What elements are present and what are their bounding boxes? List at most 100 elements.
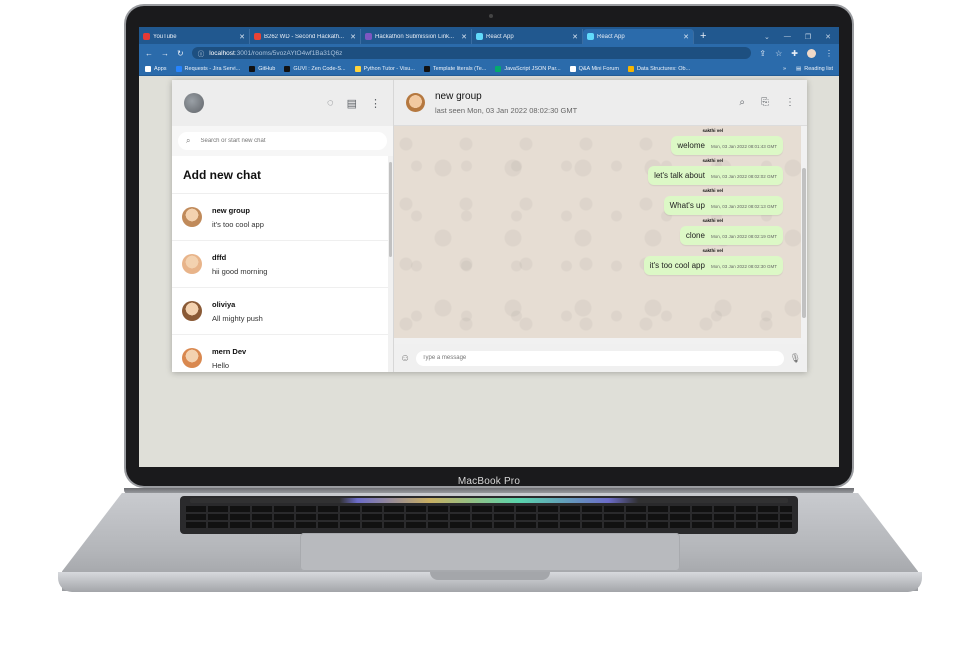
browser-tab[interactable]: B262 WD - Second Hackath... ✕ [250, 29, 361, 44]
tab-title: Hackathon Submission Link... [375, 33, 455, 40]
attach-icon[interactable]: ⎘ [761, 97, 769, 108]
avatar [182, 301, 202, 321]
close-tab-icon[interactable]: ✕ [350, 33, 356, 41]
close-window-icon[interactable]: ✕ [825, 33, 831, 41]
chat-list-item[interactable]: oliviya All mighty push [172, 288, 393, 335]
new-tab-button[interactable]: + [694, 29, 712, 44]
bookmark-item[interactable]: Q&A Mini Forum [569, 65, 619, 72]
bookmarks-bar: Apps Requests - Jira Servi... GitHub GUVI :… [139, 62, 839, 76]
bookmark-item[interactable]: GitHub [249, 65, 275, 72]
message-text: What's up [669, 201, 705, 210]
chat-title: new group [435, 90, 482, 102]
bookmark-item[interactable]: Template literals (Te... [423, 65, 486, 72]
search-icon[interactable]: ⌕ [739, 97, 745, 108]
browser-tab[interactable]: React App ✕ [472, 29, 583, 44]
reading-list-icon: ▤ [796, 65, 802, 72]
chat-hscrollbar[interactable] [394, 338, 807, 344]
bookmark-star-icon[interactable]: ☆ [775, 49, 782, 58]
chat-name: mern Dev [212, 346, 247, 356]
close-tab-icon[interactable]: ✕ [683, 33, 689, 41]
bookmark-favicon-icon [354, 65, 361, 72]
close-tab-icon[interactable]: ✕ [461, 33, 467, 41]
chat-list-item[interactable]: mern Dev Hello [172, 335, 393, 372]
site-info-icon[interactable]: ⓘ [198, 48, 205, 58]
chat-footer: ☺ 🎙 [394, 344, 807, 372]
mic-icon[interactable]: 🎙 [790, 353, 801, 364]
message-bubble: What's up Mon, 03 Jan 2022 08:02:13 GMT [663, 196, 783, 215]
scrollbar-thumb[interactable] [389, 162, 392, 257]
chat-scrollbar[interactable] [801, 126, 807, 344]
message-list: sakthi vel welome Mon, 03 Jan 2022 08:01:4… [643, 128, 783, 278]
chat-list: Add new chat new group it's too cool app d… [172, 156, 393, 372]
message-input[interactable] [416, 350, 784, 366]
status-icon[interactable]: ◌ [327, 97, 334, 109]
new-chat-icon[interactable]: ▤ [347, 97, 357, 110]
close-tab-icon[interactable]: ✕ [572, 33, 578, 41]
browser-tab[interactable]: React App ✕ [583, 29, 694, 44]
bookmark-label: Data Structures: Ob... [636, 65, 691, 72]
browser-menu-icon[interactable]: ⋮ [825, 49, 833, 58]
tab-favicon-icon [143, 33, 150, 40]
tab-search-icon[interactable]: ⌄ [764, 33, 770, 41]
bookmark-item[interactable]: Requests - Jira Servi... [175, 65, 240, 72]
message-bubble: clone Mon, 03 Jan 2022 08:02:19 GMT [679, 226, 783, 245]
last-seen: last seen Mon, 03 Jan 2022 08:02:30 GMT [435, 105, 578, 115]
sidebar-header: ◌ ▤ ⋮ [172, 80, 393, 126]
message-text: let's talk about [654, 171, 705, 180]
chat-header: new group last seen Mon, 03 Jan 2022 08:… [394, 80, 807, 126]
tab-title: YouTube [153, 33, 177, 40]
minimize-icon[interactable]: — [784, 33, 791, 40]
search-input[interactable] [200, 138, 379, 144]
chat-list-item[interactable]: dffd hii good morning [172, 241, 393, 288]
bookmarks-overflow[interactable]: » [783, 66, 786, 72]
chat-avatar [406, 93, 425, 112]
bookmark-favicon-icon [145, 65, 151, 72]
message-timestamp: Mon, 03 Jan 2022 08:02:13 GMT [710, 204, 777, 209]
message-text: welome [677, 141, 705, 150]
forward-icon[interactable]: → [161, 49, 169, 58]
user-avatar[interactable] [184, 93, 204, 113]
sidebar: ◌ ▤ ⋮ ⌕ Add new chat new group it's too c… [172, 80, 394, 372]
bookmark-item[interactable]: JavaScript JSON Par... [495, 65, 561, 72]
message-sender: sakthi vel [702, 158, 723, 163]
chat-panel: new group last seen Mon, 03 Jan 2022 08:… [394, 80, 807, 372]
address-bar[interactable]: ⓘ localhost:3001/rooms/5vozAYtO4wf1Ba31Q… [191, 47, 752, 59]
message-sender: sakthi vel [702, 218, 723, 223]
message-timestamp: Mon, 03 Jan 2022 08:02:19 GMT [710, 234, 777, 239]
chat-list-item[interactable]: new group it's too cool app [172, 194, 393, 241]
tab-title: B262 WD - Second Hackath... [264, 33, 345, 40]
share-icon[interactable]: ⇪ [759, 49, 766, 58]
tab-title: React App [597, 33, 625, 40]
message-sender: sakthi vel [702, 128, 723, 133]
message: sakthi vel What's up Mon, 03 Jan 2022 08:0… [663, 188, 783, 215]
sidebar-scrollbar[interactable] [388, 156, 393, 372]
chat-name: oliviya [212, 299, 236, 309]
browser-tab[interactable]: YouTube ✕ [139, 29, 250, 44]
profile-avatar[interactable] [807, 48, 816, 58]
message-text: clone [685, 231, 705, 240]
emoji-icon[interactable]: ☺ [400, 353, 410, 364]
reload-icon[interactable]: ↻ [177, 49, 184, 58]
message-timestamp: Mon, 03 Jan 2022 08:02:30 GMT [710, 264, 777, 269]
message: sakthi vel welome Mon, 03 Jan 2022 08:01:4… [671, 128, 783, 155]
back-icon[interactable]: ← [145, 49, 153, 58]
close-tab-icon[interactable]: ✕ [239, 33, 245, 41]
bookmark-item[interactable]: Python Tutor - Visu... [354, 65, 415, 72]
message-sender: sakthi vel [702, 248, 723, 253]
restore-icon[interactable]: ❐ [805, 33, 811, 41]
menu-dots-icon[interactable]: ⋮ [370, 97, 381, 110]
bookmark-item[interactable]: Apps [145, 65, 167, 72]
extensions-icon[interactable]: ✚ [791, 49, 798, 58]
reading-list[interactable]: ▤ Reading list [796, 66, 833, 72]
scrollbar-thumb[interactable] [802, 168, 806, 318]
bookmark-item[interactable]: GUVI : Zen Code-S... [284, 65, 346, 72]
trackpad [300, 533, 680, 571]
bookmark-favicon-icon [569, 65, 576, 72]
menu-dots-icon[interactable]: ⋮ [785, 97, 795, 108]
bookmark-item[interactable]: Data Structures: Ob... [627, 65, 691, 72]
browser-tab[interactable]: Hackathon Submission Link... ✕ [361, 29, 472, 44]
bookmark-label: Apps [154, 65, 167, 72]
message: sakthi vel it's too cool app Mon, 03 Jan 2… [643, 248, 783, 275]
add-new-chat[interactable]: Add new chat [172, 156, 393, 194]
message-sender: sakthi vel [702, 188, 723, 193]
